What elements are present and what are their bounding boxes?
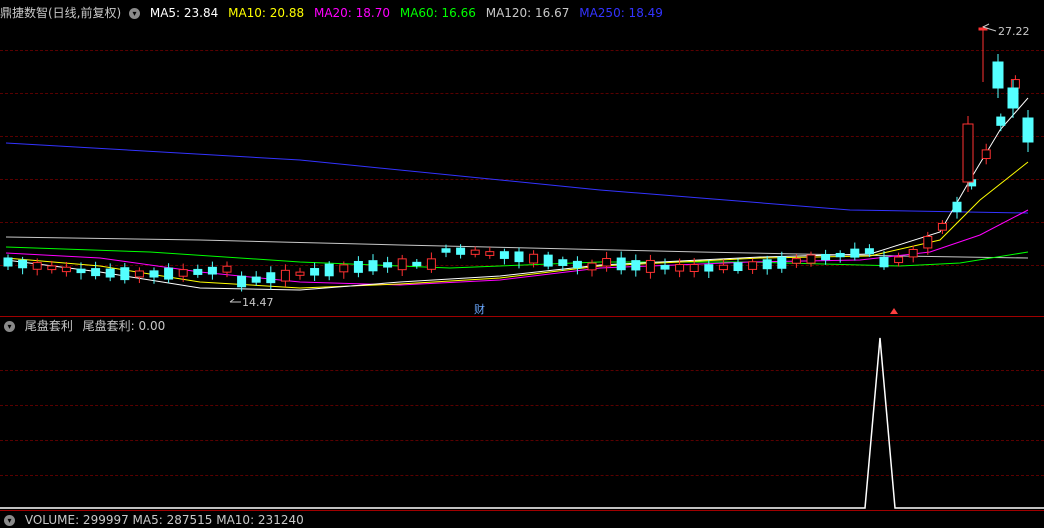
candle-body (470, 249, 480, 255)
candle-body (499, 251, 509, 259)
ma10-line (5, 161, 1029, 289)
candle-body (91, 268, 101, 277)
candle-body (733, 262, 743, 272)
candle-body (266, 272, 276, 284)
low-price-label: 14.47 (242, 296, 274, 309)
candle-body (47, 265, 57, 271)
candle-body (850, 248, 860, 258)
candle-body (981, 149, 991, 159)
candle-body (894, 256, 904, 264)
candle-body (164, 267, 174, 280)
candle-body (61, 266, 71, 273)
candle-body (368, 260, 378, 272)
candle-body (806, 254, 816, 264)
candle-body (1007, 87, 1019, 109)
candle-body (324, 263, 334, 277)
candle-body (962, 123, 974, 183)
candle-body (456, 247, 466, 255)
candle-body (748, 261, 758, 270)
candle-body (383, 262, 393, 268)
candle-body (412, 261, 422, 267)
candle-body (529, 253, 539, 264)
candle-body (908, 248, 918, 258)
signal-marker-icon[interactable] (890, 308, 898, 314)
candle-body (120, 267, 130, 281)
candle-body (879, 256, 889, 268)
candle-body (631, 260, 641, 271)
candle-body (718, 264, 728, 271)
candle-body (791, 258, 801, 264)
candle-body (660, 264, 670, 270)
candle-body (645, 259, 655, 273)
finance-event-marker[interactable]: 财 (474, 302, 485, 316)
candle-body (835, 252, 845, 258)
candle-body (587, 262, 597, 271)
candle-body (992, 61, 1004, 89)
candle-body (339, 264, 349, 273)
candle-body (485, 251, 495, 256)
candle-body (952, 201, 962, 213)
candle-body (777, 256, 787, 269)
candle-body (222, 265, 232, 273)
candle-body (178, 269, 188, 277)
candle-body (558, 259, 568, 266)
candle-body (704, 264, 714, 272)
candle-body (572, 260, 582, 269)
low-arrow-icon (229, 298, 241, 303)
candle-body (616, 257, 626, 271)
high-price-label: 27.22 (998, 25, 1030, 38)
candle-body (18, 259, 28, 269)
indicator-spike-line (0, 337, 1044, 509)
candle-body (1022, 117, 1034, 143)
candle-body (251, 276, 261, 283)
candle-body (134, 270, 144, 278)
candle-body (864, 248, 874, 255)
candle-body (937, 222, 947, 231)
candle-body (3, 257, 13, 267)
candle-body (689, 263, 699, 272)
candle-body (543, 254, 553, 267)
candle-body (441, 248, 451, 253)
candle-body (602, 258, 612, 267)
candle-body (923, 235, 933, 249)
candle-body (149, 270, 159, 278)
candle-body (105, 268, 115, 278)
candle-body (821, 253, 831, 261)
candle-body (207, 266, 217, 275)
candle-body (193, 268, 203, 275)
candle-body (675, 264, 685, 272)
candlestick-chart[interactable]: 27.22 14.47 财 (0, 0, 1044, 520)
candle-body (426, 258, 436, 270)
candle-body (353, 260, 363, 273)
candle-body (76, 268, 86, 274)
ma250-line (5, 142, 1029, 214)
candle-body (310, 268, 320, 276)
candle-body (295, 271, 305, 276)
candle-body (397, 258, 407, 271)
candle-body (280, 269, 290, 282)
candle-body (996, 116, 1006, 126)
candle-body (762, 259, 772, 270)
candle-body (237, 275, 247, 288)
candle-body (32, 262, 42, 270)
candle-body (514, 251, 524, 263)
